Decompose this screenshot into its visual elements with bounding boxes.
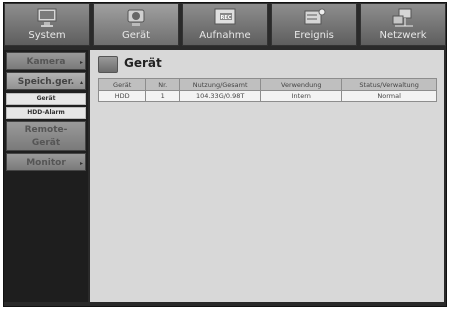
sidebar-item-remote-device[interactable]: Remote-Gerät bbox=[6, 121, 86, 151]
column-header: Status/Verwaltung bbox=[341, 78, 437, 91]
top-tab-bar: System Gerät REC Aufnahme Ereignis Netzw… bbox=[4, 3, 446, 47]
tab-label: Aufnahme bbox=[199, 30, 251, 41]
sidebar: Kamera ▸ Speich.ger. ▴ Gerät HDD-Alarm R… bbox=[4, 50, 88, 302]
sidebar-item-monitor[interactable]: Monitor ▸ bbox=[6, 153, 86, 171]
camera-icon bbox=[127, 9, 145, 26]
expand-arrow-icon: ▸ bbox=[79, 59, 83, 66]
sidebar-item-label: HDD-Alarm bbox=[27, 109, 65, 116]
tab-label: Ereignis bbox=[294, 30, 334, 41]
cell-number: 1 bbox=[145, 90, 181, 102]
sidebar-item-camera[interactable]: Kamera ▸ bbox=[6, 52, 86, 70]
sidebar-subitem-hdd-alarm[interactable]: HDD-Alarm bbox=[6, 107, 86, 119]
svg-text:REC: REC bbox=[221, 15, 232, 21]
sidebar-item-label: Kamera bbox=[26, 57, 66, 67]
cell-usage-type: Intern bbox=[260, 90, 343, 102]
sidebar-item-label: Gerät bbox=[36, 95, 56, 102]
network-icon bbox=[392, 8, 413, 27]
cell-usage: 104.33G/0.98T bbox=[179, 90, 262, 102]
rec-icon: REC bbox=[214, 8, 236, 25]
sidebar-subitem-device[interactable]: Gerät bbox=[6, 93, 86, 105]
tab-network[interactable]: Netzwerk bbox=[360, 3, 446, 46]
cell-device: HDD bbox=[97, 90, 147, 102]
sidebar-item-label: Speich.ger. bbox=[17, 77, 75, 87]
monitor-icon bbox=[37, 8, 57, 27]
page-title: Gerät bbox=[124, 56, 162, 70]
sidebar-item-storage[interactable]: Speich.ger. ▴ bbox=[6, 72, 86, 90]
tab-recording[interactable]: REC Aufnahme bbox=[182, 3, 268, 46]
table-header-row: Gerät Nr. Nutzung/Gesamt Verwendung Stat… bbox=[97, 78, 437, 91]
column-header: Verwendung bbox=[260, 78, 343, 91]
collapse-arrow-icon: ▴ bbox=[79, 79, 83, 86]
column-header: Nutzung/Gesamt bbox=[179, 78, 262, 91]
table-row[interactable]: HDD 1 104.33G/0.98T Intern Normal bbox=[97, 90, 437, 102]
tab-event[interactable]: Ereignis bbox=[271, 3, 357, 46]
tab-label: System bbox=[28, 30, 66, 41]
expand-arrow-icon: ▸ bbox=[79, 160, 83, 167]
sidebar-item-label: Remote-Gerät bbox=[24, 125, 68, 148]
tab-label: Netzwerk bbox=[379, 30, 427, 41]
device-table: Gerät Nr. Nutzung/Gesamt Verwendung Stat… bbox=[97, 78, 437, 102]
tab-label: Gerät bbox=[121, 30, 151, 41]
cell-status: Normal bbox=[341, 90, 437, 102]
column-header: Nr. bbox=[145, 78, 181, 91]
sidebar-item-label: Monitor bbox=[26, 158, 66, 168]
column-header: Gerät bbox=[97, 78, 147, 91]
alarm-icon bbox=[304, 8, 326, 25]
content-panel: Gerät Gerät Nr. Nutzung/Gesamt Verwendun… bbox=[90, 50, 444, 302]
tab-system[interactable]: System bbox=[4, 3, 90, 46]
tab-device[interactable]: Gerät bbox=[93, 3, 179, 46]
device-icon bbox=[98, 56, 118, 73]
